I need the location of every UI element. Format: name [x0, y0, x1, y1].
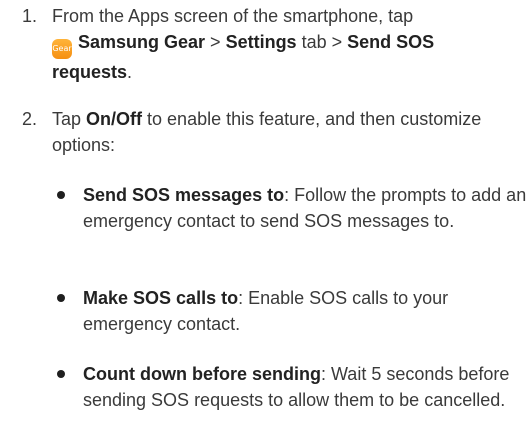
option-item: Make SOS calls to: Enable SOS calls to y…: [52, 285, 522, 337]
samsung-gear-app-icon: Gear: [52, 39, 72, 59]
option-title: Send SOS messages to: [83, 185, 285, 205]
instructions-document: 1. From the Apps screen of the smartphon…: [0, 0, 530, 434]
option-text: Make SOS calls to: Enable SOS calls to y…: [83, 285, 530, 337]
app-name: Samsung Gear: [78, 32, 206, 52]
step-end-punctuation: .: [127, 62, 133, 82]
step-text: From the Apps screen of the smartphone, …: [52, 3, 512, 85]
step-number: 1.: [22, 6, 38, 26]
option-item: Count down before sending: Wait 5 second…: [52, 361, 522, 439]
step-lead-text: From the Apps screen of the smartphone, …: [52, 6, 414, 26]
option-text: Count down before sending: Wait 5 second…: [83, 361, 530, 413]
bullet-icon: [57, 191, 65, 199]
bullet-icon: [57, 294, 65, 302]
app-icon-label: Gear: [52, 44, 72, 53]
option-title: Count down before sending: [83, 364, 321, 384]
option-item: Send SOS messages to: Follow the prompts…: [52, 182, 526, 260]
step-text: Tap On/Off to enable this feature, and t…: [52, 106, 512, 158]
step-number: 2.: [22, 109, 38, 129]
step-2: 2. Tap On/Off to enable this feature, an…: [0, 106, 530, 162]
option-title: Make SOS calls to: [83, 288, 239, 308]
step-1: 1. From the Apps screen of the smartphon…: [0, 3, 530, 83]
bullet-icon: [57, 370, 65, 378]
on-off-toggle-name: On/Off: [86, 109, 143, 129]
tab-suffix-text: tab >: [296, 32, 348, 52]
separator-text: >: [205, 32, 226, 52]
step-lead-text: Tap: [52, 109, 87, 129]
settings-tab-name: Settings: [225, 32, 297, 52]
option-text: Send SOS messages to: Follow the prompts…: [83, 182, 530, 234]
